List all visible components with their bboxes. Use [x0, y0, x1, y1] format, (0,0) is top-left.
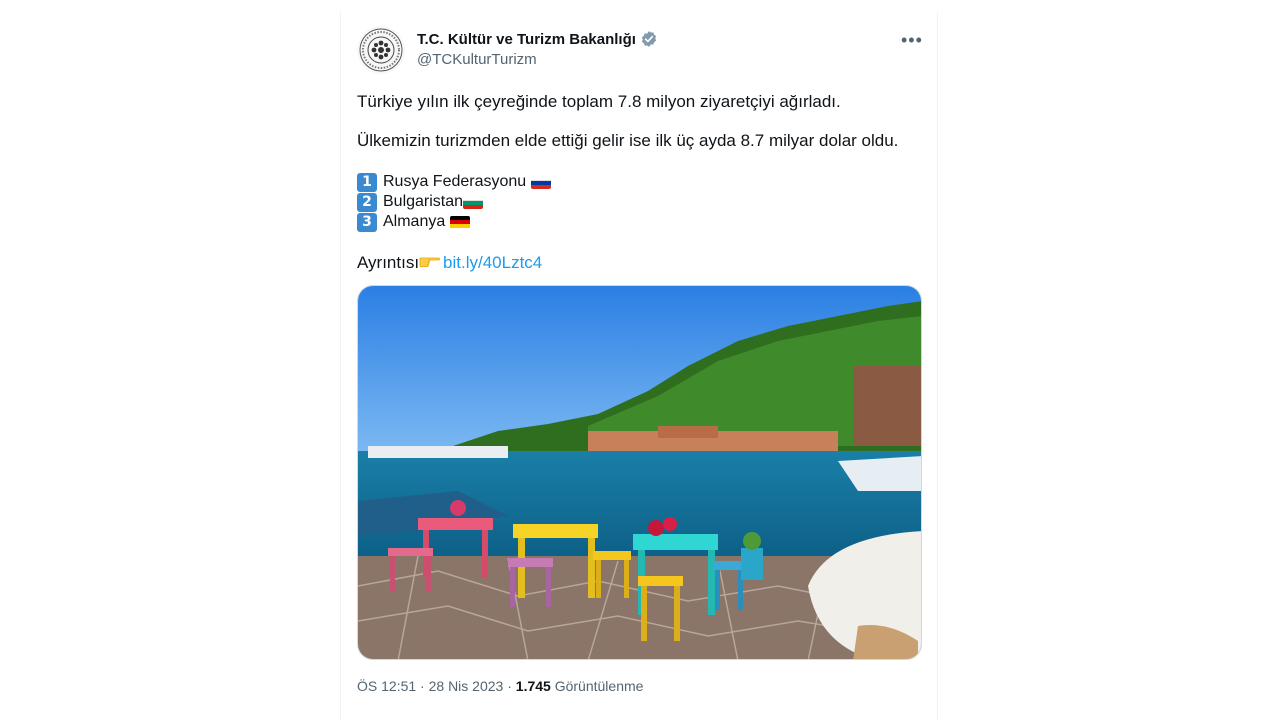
tweet-time[interactable]: ÖS 12:51 — [357, 678, 416, 694]
country-name: Bulgaristan — [383, 193, 464, 210]
number-badge-icon: 1 — [357, 172, 377, 192]
tweet-text-line-2: Ülkemizin turizmden elde ettiği gelir is… — [357, 131, 899, 150]
more-options-icon[interactable]: ••• — [901, 30, 923, 51]
pointing-hand-icon — [419, 252, 441, 273]
tweet-card: T.C. Kültür ve Turizm Bakanlığı @TCKultu… — [340, 12, 938, 720]
russia-flag-icon — [531, 175, 552, 189]
list-item: 1 Rusya Federasyonu — [357, 172, 552, 192]
tweet-date[interactable]: 28 Nis 2023 — [429, 678, 504, 694]
tweet-link[interactable]: bit.ly/40Lztc4 — [443, 253, 542, 273]
detail-line: Ayrıntısı bit.ly/40Lztc4 — [357, 252, 542, 273]
verified-badge-icon — [640, 30, 658, 48]
author-handle[interactable]: @TCKulturTurizm — [417, 51, 537, 68]
meta-separator: · — [420, 678, 429, 694]
detail-label: Ayrıntısı — [357, 252, 420, 272]
author-row: T.C. Kültür ve Turizm Bakanlığı — [417, 30, 658, 48]
list-item: 2 Bulgaristan — [357, 192, 551, 212]
germany-flag-icon — [450, 215, 471, 229]
number-badge-icon: 3 — [357, 212, 377, 232]
tweet-image[interactable] — [357, 285, 922, 660]
bulgaria-flag-icon — [463, 195, 484, 209]
number-badge-icon: 2 — [357, 192, 377, 212]
meta-separator: · — [507, 678, 516, 694]
tweet-text-line-1: Türkiye yılın ilk çeyreğinde toplam 7.8 … — [357, 92, 841, 111]
tweet-meta: ÖS 12:51 · 28 Nis 2023 · 1.745 Görüntüle… — [357, 678, 643, 694]
country-name: Rusya Federasyonu — [383, 173, 527, 190]
views-label: Görüntülenme — [554, 678, 644, 694]
country-ranking-list: 1 Rusya Federasyonu 2 Bulgaristan 3 Alma… — [357, 172, 552, 232]
views-count[interactable]: 1.745 — [516, 678, 551, 694]
list-item: 3 Almanya — [357, 212, 551, 232]
author-name[interactable]: T.C. Kültür ve Turizm Bakanlığı — [417, 31, 636, 48]
avatar[interactable] — [357, 26, 405, 74]
country-name: Almanya — [383, 213, 446, 230]
